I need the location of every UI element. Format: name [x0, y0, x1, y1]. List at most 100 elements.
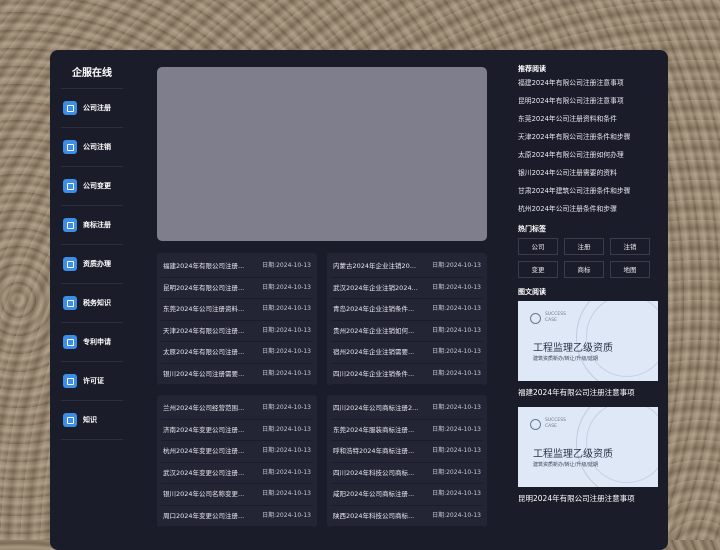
main-panel: 企服在线 公司注册 公司注销 公司变更 商标注册 资质办理 税务知识 专利申请 … — [50, 50, 668, 550]
recommend-link[interactable]: 杭州2024年公司注册条件和步骤 — [518, 200, 660, 218]
recommend-link[interactable]: 银川2024年公司注册需要的资料 — [518, 164, 660, 182]
news-title: 四川2024年科技公司商标... — [333, 468, 415, 477]
banner-image[interactable] — [157, 67, 487, 241]
article-card-caption[interactable]: 昆明2024年有限公司注册注意事项 — [518, 490, 660, 507]
news-title: 天津2024年有限公司注册... — [163, 326, 245, 335]
news-row[interactable]: 四川2024年公司商标注册2... 日期:2024-10-13 — [331, 398, 483, 420]
sidebar-item-company-registration[interactable]: 公司注册 — [61, 89, 123, 128]
news-date: 日期:2024-10-13 — [262, 511, 311, 519]
article-card-image[interactable]: SUCCESS CASE 工程监理乙级资质 建筑资质新办/转让/升级/延期 — [518, 407, 658, 487]
tag-cancel[interactable]: 注销 — [610, 238, 650, 255]
sidebar-item-label: 许可证 — [83, 377, 104, 385]
news-row[interactable]: 呼和浩特2024年商标注册... 日期:2024-10-13 — [331, 441, 483, 463]
card-subtitle: 建筑资质新办/转让/升级/延期 — [533, 462, 599, 468]
news-row[interactable]: 青岛2024年企业注销条件... 日期:2024-10-13 — [331, 299, 483, 321]
service-icon — [63, 218, 77, 232]
service-icon — [63, 374, 77, 388]
card-success-label: SUCCESS — [545, 418, 566, 423]
news-title: 咸阳2024年公司商标注册... — [333, 490, 415, 498]
sidebar-item-tax[interactable]: 税务知识 — [61, 284, 123, 323]
recommend-link[interactable]: 太原2024年有限公司注册如何办理 — [518, 146, 660, 164]
news-row[interactable]: 咸阳2024年公司商标注册... 日期:2024-10-13 — [331, 484, 483, 506]
news-date: 日期:2024-10-13 — [432, 348, 481, 355]
news-date: 日期:2024-10-13 — [432, 511, 481, 519]
article-card-caption[interactable]: 福建2024年有限公司注册注意事项 — [518, 384, 660, 401]
news-row[interactable]: 昆明2024年有限公司注册... 日期:2024-10-13 — [161, 278, 313, 299]
news-row[interactable]: 福建2024年有限公司注册... 日期:2024-10-13 — [161, 256, 313, 278]
news-title: 杭州2024年变更公司注册... — [163, 447, 245, 455]
news-row[interactable]: 宿州2024年企业注销需要... 日期:2024-10-13 — [331, 342, 483, 364]
check-circle-icon — [530, 419, 541, 430]
news-date: 日期:2024-10-13 — [432, 305, 481, 312]
news-title: 武汉2024年变更公司注册... — [163, 468, 245, 477]
news-title: 贵州2024年企业注销如何... — [333, 326, 415, 335]
tag-cloud: 公司 注册 注销 变更 商标 地图 — [518, 238, 660, 278]
news-row[interactable]: 杭州2024年变更公司注册... 日期:2024-10-13 — [161, 441, 313, 463]
sidebar-item-license[interactable]: 许可证 — [61, 362, 123, 401]
news-title: 东莞2024年公司注册资料... — [163, 305, 245, 313]
news-row[interactable]: 太原2024年有限公司注册... 日期:2024-10-13 — [161, 342, 313, 364]
article-card-image[interactable]: SUCCESS CASE 工程监理乙级资质 建筑资质新办/转让/升级/延期 — [518, 301, 658, 381]
sidebar-item-qualification[interactable]: 资质办理 — [61, 245, 123, 284]
news-row[interactable]: 周口2024年变更公司注册... 日期:2024-10-13 — [161, 506, 313, 527]
news-row[interactable]: 东莞2024年公司注册资料... 日期:2024-10-13 — [161, 299, 313, 321]
news-row[interactable]: 陕西2024年科技公司商标... 日期:2024-10-13 — [331, 506, 483, 527]
tag-map[interactable]: 地图 — [610, 261, 650, 278]
news-date: 日期:2024-10-13 — [432, 404, 481, 411]
news-title: 内蒙古2024年企业注销20... — [333, 262, 417, 270]
news-row[interactable]: 四川2024年企业注销条件... 日期:2024-10-13 — [331, 364, 483, 385]
news-date: 日期:2024-10-13 — [432, 425, 481, 433]
news-box-cancellation: 内蒙古2024年企业注销20... 日期:2024-10-13 武汉2024年企业… — [327, 253, 487, 385]
service-icon — [63, 257, 77, 271]
news-row[interactable]: 武汉2024年变更公司注册... 日期:2024-10-13 — [161, 463, 313, 484]
recommend-link[interactable]: 东莞2024年公司注册资料和条件 — [518, 110, 660, 128]
news-row[interactable]: 银川2024年公司名称变更... 日期:2024-10-13 — [161, 484, 313, 506]
news-date: 日期:2024-10-13 — [432, 447, 481, 454]
news-date: 日期:2024-10-13 — [262, 425, 311, 433]
news-date: 日期:2024-10-13 — [432, 369, 481, 377]
tag-change[interactable]: 变更 — [518, 261, 558, 278]
sidebar-item-company-cancellation[interactable]: 公司注销 — [61, 128, 123, 167]
service-icon — [63, 140, 77, 154]
news-row[interactable]: 东莞2024年服装商标注册... 日期:2024-10-13 — [331, 420, 483, 441]
recommend-link[interactable]: 甘肃2024年建筑公司注册条件和步骤 — [518, 182, 660, 200]
card-case-label: CASE — [545, 318, 557, 323]
sidebar-item-patent[interactable]: 专利申请 — [61, 323, 123, 362]
news-title: 银川2024年公司注册需要... — [163, 369, 245, 378]
news-title: 周口2024年变更公司注册... — [163, 511, 245, 520]
news-title: 济南2024年变更公司注册... — [163, 425, 245, 434]
sidebar-item-label: 公司注册 — [83, 104, 111, 112]
sidebar-item-label: 资质办理 — [83, 260, 111, 268]
recommend-link[interactable]: 天津2024年有限公司注册条件和步骤 — [518, 128, 660, 146]
news-row[interactable]: 四川2024年科技公司商标... 日期:2024-10-13 — [331, 463, 483, 484]
news-row[interactable]: 武汉2024年企业注销2024... 日期:2024-10-13 — [331, 278, 483, 299]
news-date: 日期:2024-10-13 — [262, 490, 311, 497]
recommend-link[interactable]: 昆明2024年有限公司注册注意事项 — [518, 92, 660, 110]
news-title: 青岛2024年企业注销条件... — [333, 305, 415, 313]
sidebar: 企服在线 公司注册 公司注销 公司变更 商标注册 资质办理 税务知识 专利申请 … — [61, 60, 123, 440]
news-row[interactable]: 贵州2024年企业注销如何... 日期:2024-10-13 — [331, 321, 483, 342]
news-date: 日期:2024-10-13 — [262, 447, 311, 454]
sidebar-item-knowledge[interactable]: 知识 — [61, 401, 123, 440]
card-title: 工程监理乙级资质 — [533, 449, 613, 460]
tag-trademark[interactable]: 商标 — [564, 261, 604, 278]
news-title: 四川2024年企业注销条件... — [333, 369, 415, 378]
news-row[interactable]: 天津2024年有限公司注册... 日期:2024-10-13 — [161, 321, 313, 342]
site-brand[interactable]: 企服在线 — [61, 60, 123, 89]
news-row[interactable]: 兰州2024年公司经营范围... 日期:2024-10-13 — [161, 398, 313, 420]
tag-company[interactable]: 公司 — [518, 238, 558, 255]
news-date: 日期:2024-10-13 — [432, 490, 481, 497]
news-row[interactable]: 银川2024年公司注册需要... 日期:2024-10-13 — [161, 364, 313, 385]
tag-register[interactable]: 注册 — [564, 238, 604, 255]
service-icon — [63, 179, 77, 193]
news-title: 太原2024年有限公司注册... — [163, 348, 245, 356]
news-title: 东莞2024年服装商标注册... — [333, 425, 415, 434]
news-row[interactable]: 内蒙古2024年企业注销20... 日期:2024-10-13 — [331, 256, 483, 278]
news-title: 陕西2024年科技公司商标... — [333, 511, 415, 520]
sidebar-item-company-change[interactable]: 公司变更 — [61, 167, 123, 206]
news-row[interactable]: 济南2024年变更公司注册... 日期:2024-10-13 — [161, 420, 313, 441]
recommend-link[interactable]: 福建2024年有限公司注册注意事项 — [518, 74, 660, 92]
sidebar-item-trademark[interactable]: 商标注册 — [61, 206, 123, 245]
sidebar-item-label: 公司注销 — [83, 143, 111, 151]
service-icon — [63, 413, 77, 427]
